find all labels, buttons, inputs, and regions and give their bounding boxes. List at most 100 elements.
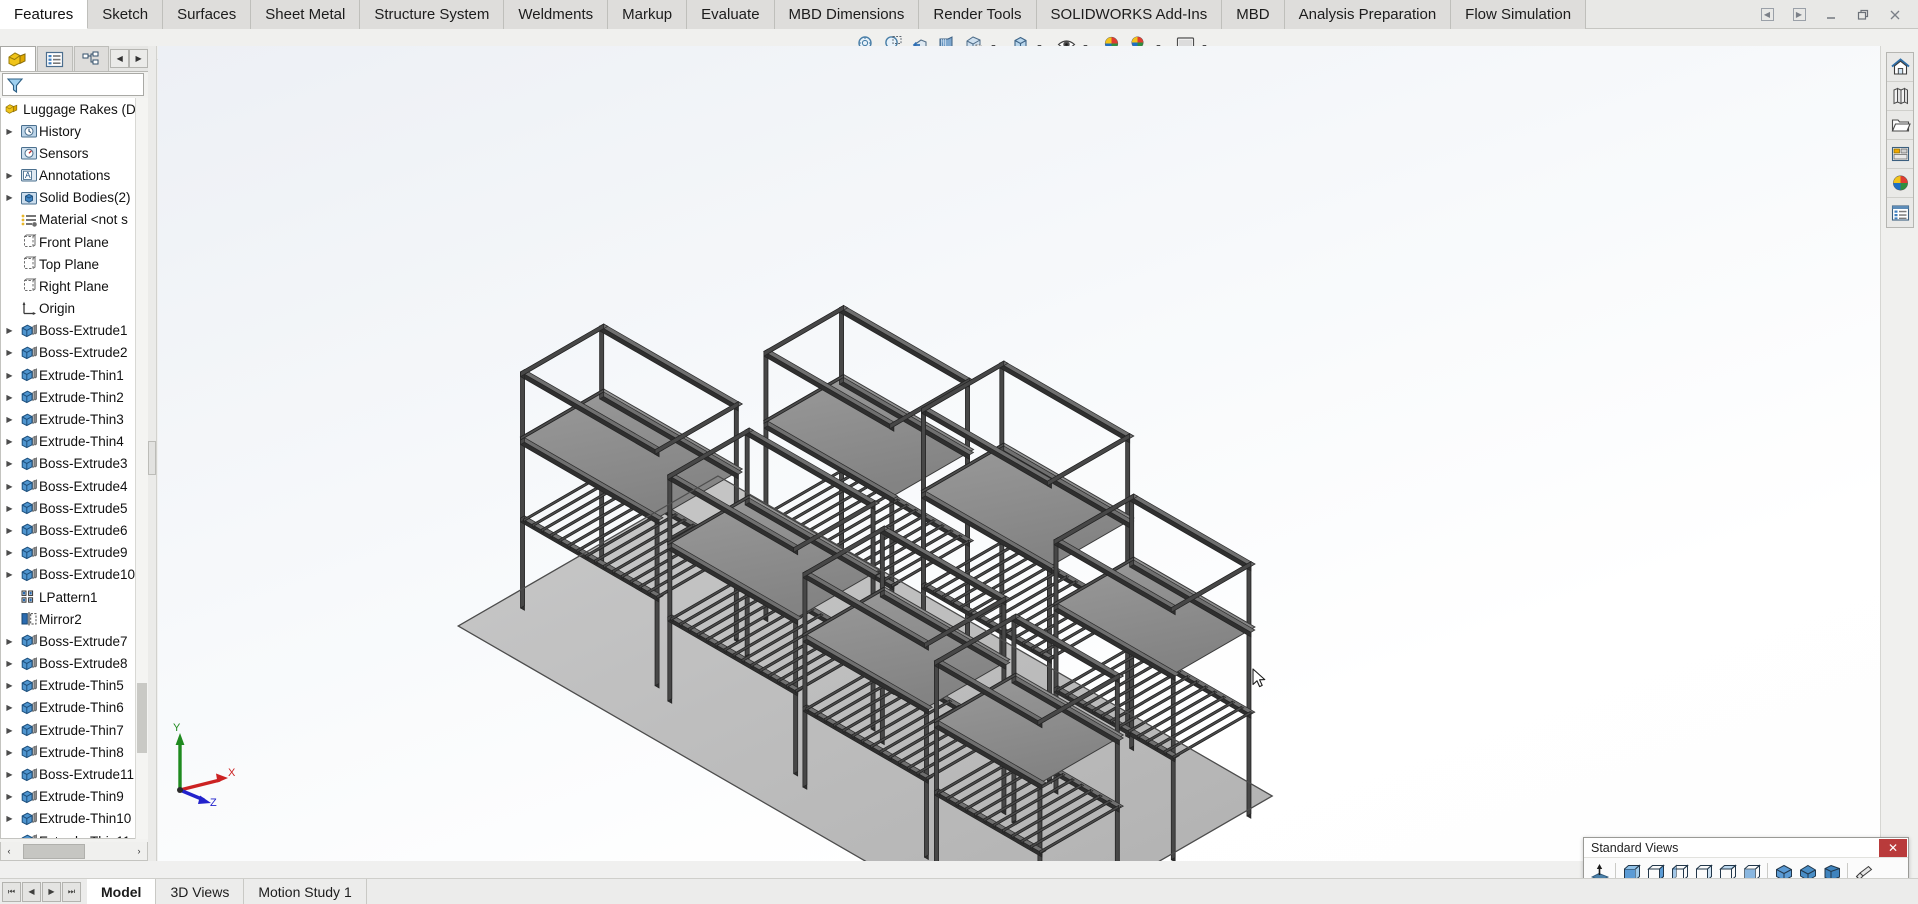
expand-arrow-icon[interactable]: ▶ [1, 748, 18, 757]
feature-tree-item[interactable]: ▶ Extrude-Thin1 [1, 364, 147, 386]
status-tab-motion-study-1[interactable]: Motion Study 1 [244, 879, 367, 904]
feature-tree-item[interactable]: ▶ Boss-Extrude7 [1, 630, 147, 652]
next-tab-button[interactable]: ▶ [42, 881, 61, 902]
expand-arrow-icon[interactable]: ▶ [1, 482, 18, 491]
feature-tree-item[interactable]: ▶ Boss-Extrude10 [1, 564, 147, 586]
expand-arrow-icon[interactable]: ▶ [1, 437, 18, 446]
expand-arrow-icon[interactable]: ▶ [1, 127, 18, 136]
feature-tree-item[interactable]: Front Plane [1, 231, 147, 253]
feature-tree-item[interactable]: Origin [1, 298, 147, 320]
panel-prev-button[interactable]: ◀ [110, 49, 130, 68]
splitter-grip[interactable] [148, 441, 156, 475]
tab-render-tools[interactable]: Render Tools [919, 0, 1037, 29]
file-explorer-icon[interactable] [1887, 111, 1913, 140]
panel-splitter[interactable] [148, 46, 157, 861]
pin-right-button[interactable]: ▶ [1784, 2, 1814, 28]
feature-tree-item[interactable]: ▶ History [1, 120, 147, 142]
standard-views-titlebar[interactable]: Standard Views ✕ [1584, 838, 1908, 858]
hscroll-left-button[interactable]: ‹ [1, 843, 17, 860]
close-button[interactable] [1880, 2, 1910, 28]
custom-properties-icon[interactable] [1887, 198, 1913, 227]
minimize-button[interactable] [1816, 2, 1846, 28]
expand-arrow-icon[interactable]: ▶ [1, 371, 18, 380]
feature-tree-item[interactable]: ▶ Extrude-Thin5 [1, 675, 147, 697]
feature-tree-vscroll-thumb[interactable] [137, 683, 147, 753]
tab-sketch[interactable]: Sketch [88, 0, 164, 29]
feature-tree-item[interactable]: Sensors [1, 142, 147, 164]
feature-tree-item[interactable]: ▶ Extrude-Thin4 [1, 431, 147, 453]
expand-arrow-icon[interactable]: ▶ [1, 681, 18, 690]
view-palette-icon[interactable] [1887, 140, 1913, 169]
tab-markup[interactable]: Markup [608, 0, 688, 29]
feature-tree-item[interactable]: Right Plane [1, 275, 147, 297]
graphics-area[interactable]: Y X Z [158, 46, 1880, 861]
feature-tree-item[interactable]: ▶ Solid Bodies(2) [1, 187, 147, 209]
feature-tree-item[interactable]: ▶ Boss-Extrude9 [1, 542, 147, 564]
expand-arrow-icon[interactable]: ▶ [1, 526, 18, 535]
expand-arrow-icon[interactable]: ▶ [1, 814, 18, 823]
feature-tree-hscrollbar[interactable]: ‹ › [0, 842, 148, 861]
expand-arrow-icon[interactable]: ▶ [1, 415, 18, 424]
expand-arrow-icon[interactable]: ▶ [1, 792, 18, 801]
tab-solidworks-add-ins[interactable]: SOLIDWORKS Add-Ins [1036, 0, 1223, 29]
tab-weldments[interactable]: Weldments [504, 0, 609, 29]
tab-evaluate[interactable]: Evaluate [687, 0, 775, 29]
hscroll-thumb[interactable] [23, 843, 85, 859]
feature-tree-item[interactable]: ▶ Boss-Extrude4 [1, 475, 147, 497]
feature-tree-item[interactable]: ▶ Boss-Extrude1 [1, 320, 147, 342]
feature-tree-item[interactable]: Top Plane [1, 253, 147, 275]
feature-manager-tab[interactable] [0, 46, 36, 71]
filter-input[interactable] [24, 75, 134, 94]
expand-arrow-icon[interactable]: ▶ [1, 171, 18, 180]
tab-structure-system[interactable]: Structure System [360, 0, 505, 29]
appearances-icon[interactable] [1887, 169, 1913, 198]
feature-tree-item[interactable]: ▶ A Annotations [1, 164, 147, 186]
expand-arrow-icon[interactable]: ▶ [1, 393, 18, 402]
expand-arrow-icon[interactable]: ▶ [1, 726, 18, 735]
expand-arrow-icon[interactable]: ▶ [1, 703, 18, 712]
expand-arrow-icon[interactable]: ▶ [1, 637, 18, 646]
hscroll-track[interactable] [17, 842, 131, 860]
feature-tree-item[interactable]: ▶ Extrude-Thin10 [1, 808, 147, 830]
feature-tree-item[interactable]: Material <not s [1, 209, 147, 231]
property-manager-tab[interactable] [36, 46, 73, 71]
expand-arrow-icon[interactable]: ▶ [1, 548, 18, 557]
expand-arrow-icon[interactable]: ▶ [1, 837, 18, 838]
pin-left-button[interactable]: ◀ [1752, 2, 1782, 28]
hscroll-right-button[interactable]: › [131, 843, 147, 860]
feature-tree-item[interactable]: ▶ Extrude-Thin6 [1, 697, 147, 719]
feature-tree-vscrollbar[interactable] [135, 98, 148, 839]
expand-arrow-icon[interactable]: ▶ [1, 504, 18, 513]
feature-tree-item[interactable]: ▶ Extrude-Thin3 [1, 408, 147, 430]
feature-tree-item[interactable]: ▶ Extrude-Thin7 [1, 719, 147, 741]
prev-tab-button[interactable]: ◀ [22, 881, 41, 902]
home-icon[interactable] [1887, 53, 1913, 82]
tab-mbd-dimensions[interactable]: MBD Dimensions [774, 0, 920, 29]
tab-sheet-metal[interactable]: Sheet Metal [251, 0, 361, 29]
feature-tree-root[interactable]: Luggage Rakes (Def ⌃ [1, 98, 147, 120]
feature-tree-item[interactable]: ▶ Boss-Extrude11 [1, 763, 147, 785]
filter-bar[interactable] [2, 73, 144, 96]
feature-tree-item[interactable]: LPattern1 [1, 586, 147, 608]
expand-arrow-icon[interactable]: ▶ [1, 770, 18, 779]
feature-tree-item[interactable]: ▶ Boss-Extrude6 [1, 519, 147, 541]
status-tab-model[interactable]: Model [87, 879, 157, 904]
tab-analysis-preparation[interactable]: Analysis Preparation [1284, 0, 1452, 29]
expand-arrow-icon[interactable]: ▶ [1, 570, 18, 579]
first-tab-button[interactable]: ⏮ [2, 881, 21, 902]
expand-arrow-icon[interactable]: ▶ [1, 459, 18, 468]
last-tab-button[interactable]: ⏭ [62, 881, 81, 902]
feature-tree-item[interactable]: ▶ Boss-Extrude2 [1, 342, 147, 364]
restore-button[interactable] [1848, 2, 1878, 28]
standard-views-close-button[interactable]: ✕ [1879, 838, 1907, 857]
expand-arrow-icon[interactable]: ▶ [1, 348, 18, 357]
expand-arrow-icon[interactable]: ▶ [1, 659, 18, 668]
tab-features[interactable]: Features [0, 0, 89, 29]
feature-tree-item[interactable]: ▶ Extrude-Thin9 [1, 786, 147, 808]
feature-tree-item[interactable]: ▶ Extrude-Thin11 [1, 830, 147, 838]
tab-flow-simulation[interactable]: Flow Simulation [1451, 0, 1587, 29]
feature-tree-item[interactable]: ▶ Extrude-Thin2 [1, 386, 147, 408]
expand-arrow-icon[interactable]: ▶ [1, 193, 18, 202]
configuration-manager-tab[interactable] [73, 46, 110, 71]
status-tab-3d-views[interactable]: 3D Views [156, 879, 245, 904]
